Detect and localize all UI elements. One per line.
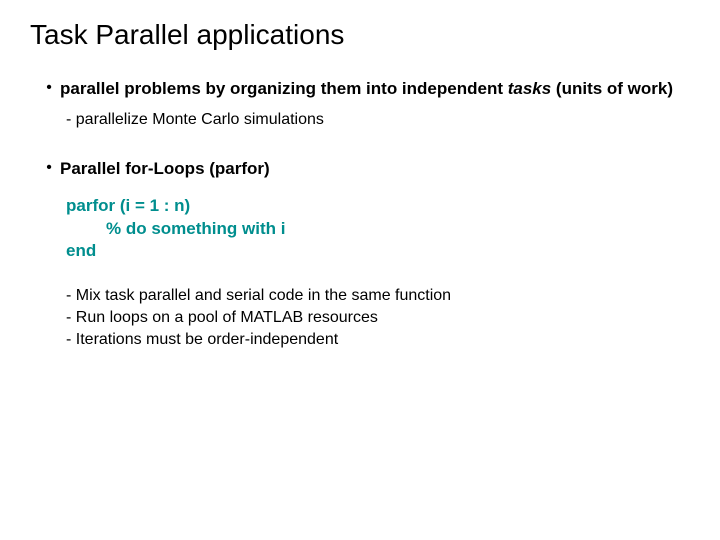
bullet-1-emph: tasks xyxy=(508,79,551,98)
bullet-2-text: Parallel for-Loops (parfor) xyxy=(60,158,270,180)
bullet-1-subtext: - parallelize Monte Carlo simulations xyxy=(66,110,690,131)
bullet-item-1: • parallel problems by organizing them i… xyxy=(38,78,690,100)
note-1: - Mix task parallel and serial code in t… xyxy=(66,285,690,307)
bullet-item-2: • Parallel for-Loops (parfor) xyxy=(38,158,690,180)
code-line-3: end xyxy=(66,240,690,263)
code-line-2: % do something with i xyxy=(66,218,690,241)
bullet-1-pre: parallel problems by organizing them int… xyxy=(60,79,508,98)
code-line-1: parfor (i = 1 : n) xyxy=(66,195,690,218)
bullet-dot-icon: • xyxy=(38,158,60,179)
parfor-code-block: parfor (i = 1 : n) % do something with i… xyxy=(66,195,690,264)
bullet-1-post: (units of work) xyxy=(551,79,673,98)
bullet-dot-icon: • xyxy=(38,78,60,99)
slide: Task Parallel applications • parallel pr… xyxy=(0,0,720,540)
note-2: - Run loops on a pool of MATLAB resource… xyxy=(66,307,690,329)
slide-title: Task Parallel applications xyxy=(30,18,690,52)
bullet-1-text: parallel problems by organizing them int… xyxy=(60,78,673,100)
parfor-notes: - Mix task parallel and serial code in t… xyxy=(66,285,690,350)
note-3: - Iterations must be order-independent xyxy=(66,329,690,351)
